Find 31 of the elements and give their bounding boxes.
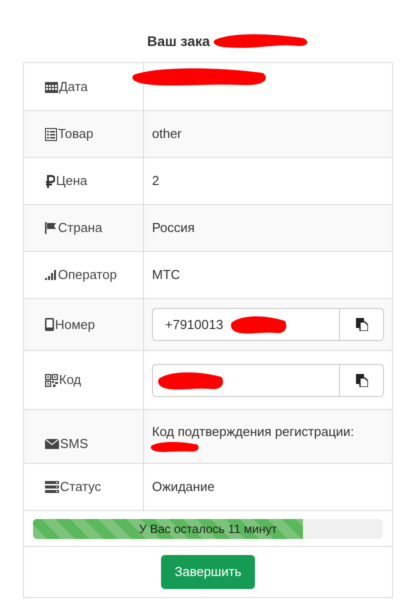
- row-label: Товар: [58, 125, 94, 144]
- copy-button[interactable]: [340, 308, 384, 341]
- page-title: Ваш зака: [147, 32, 210, 50]
- ruble-icon: [45, 174, 55, 188]
- server-stack-icon: [45, 481, 59, 493]
- row-label: Код: [59, 371, 82, 390]
- mobile-phone-icon: [45, 318, 54, 331]
- signal-icon: [45, 270, 57, 280]
- row-label: Цена: [56, 172, 88, 190]
- cell-value: МТС: [152, 267, 180, 282]
- row-label: Страна: [58, 219, 102, 238]
- copy-icon: [356, 374, 368, 386]
- cell-value: Ожидание: [152, 479, 215, 494]
- cell-value: 2: [152, 173, 160, 188]
- row-label: Статус: [60, 478, 102, 496]
- cell-value: Код подтверждения регистрации:: [152, 424, 354, 439]
- row-label: Оператор: [58, 266, 117, 284]
- copy-icon: [356, 318, 368, 331]
- cell-value: Россия: [152, 220, 195, 236]
- flag-icon: [45, 222, 57, 234]
- row-label: Номер: [55, 316, 96, 334]
- qr-code-icon: [45, 374, 58, 386]
- finish-button[interactable]: Завершить: [160, 555, 256, 589]
- row-label: Дата: [59, 78, 88, 96]
- progress-label: У Вас осталось 11 минут: [138, 520, 278, 538]
- calendar-icon: [45, 80, 58, 92]
- row-label: SMS: [60, 434, 88, 453]
- list-icon: [45, 128, 57, 140]
- cell-value: other: [152, 126, 182, 142]
- envelope-icon: [45, 438, 59, 448]
- copy-button[interactable]: [340, 364, 384, 396]
